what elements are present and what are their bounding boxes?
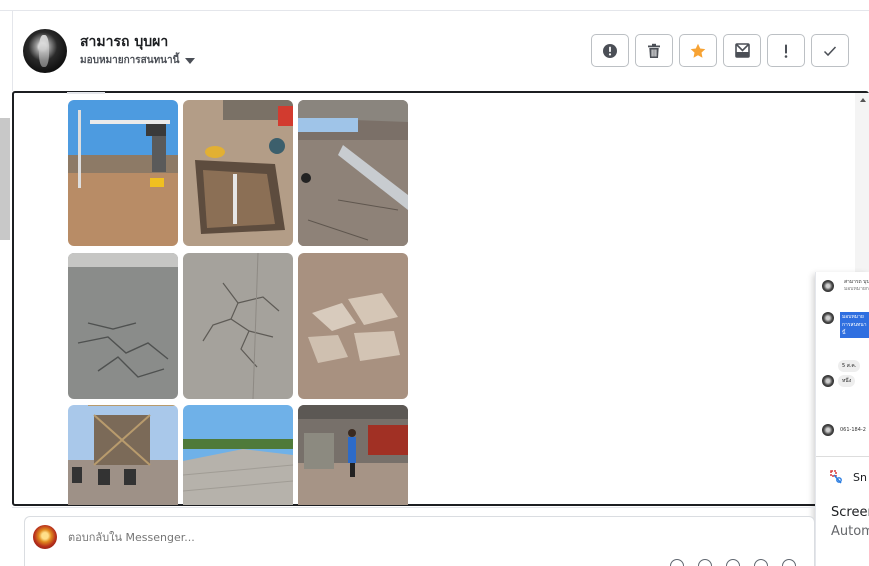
trash-icon: [648, 43, 660, 58]
snipping-tool-icon: [830, 470, 842, 484]
like-icon[interactable]: [670, 559, 684, 566]
assign-label: มอบหมายการสนทนานี้: [80, 55, 180, 66]
mini-avatar: [822, 280, 834, 292]
mini-selected-text: มอบหมายการสนทนานี้: [840, 312, 869, 338]
star-button[interactable]: [679, 34, 717, 67]
screenshot-preview[interactable]: สามารถ บุบผา มอบหมายการสนทนานี้ มอบหมายก…: [816, 272, 869, 457]
mini-bubble: หนึ่ง: [838, 375, 856, 387]
caret-down-icon: [185, 57, 196, 64]
photo-cracked-concrete-2[interactable]: [183, 253, 293, 399]
photo-image: [68, 100, 178, 246]
mini-avatar: [822, 424, 834, 436]
photo-image: [183, 100, 293, 246]
mark-spam-button[interactable]: [591, 34, 629, 67]
follow-up-button[interactable]: [767, 34, 805, 67]
mark-done-button[interactable]: [811, 34, 849, 67]
reply-input[interactable]: [68, 531, 568, 544]
photo-image: [68, 405, 178, 505]
alert-circle-icon: [603, 43, 617, 58]
photo-image: [298, 405, 408, 505]
exclamation-icon: [784, 44, 788, 58]
mini-sub: มอบหมายการสนทนานี้: [844, 286, 869, 292]
conversation-header: สามารถ บุบผา มอบหมายการสนทนานี้: [0, 11, 869, 91]
notification-title: Screer: [831, 505, 869, 520]
reply-composer: [24, 516, 815, 566]
photo-excavation-pit[interactable]: [183, 100, 293, 246]
gif-icon[interactable]: [782, 559, 796, 566]
mark-unread-icon: [734, 43, 750, 58]
scroll-up-arrow-icon[interactable]: [860, 98, 866, 102]
photo-grid-top-edge: [67, 92, 105, 94]
notification-body: Autom: [831, 524, 869, 539]
photo-image: [183, 253, 293, 399]
composer-tools: [670, 559, 796, 566]
photo-image: [298, 253, 408, 399]
mark-unread-button[interactable]: [723, 34, 761, 67]
photo-icon[interactable]: [726, 559, 740, 566]
delete-button[interactable]: [635, 34, 673, 67]
photo-image: [68, 253, 178, 399]
photo-image: [298, 100, 408, 246]
photo-broken-slab[interactable]: [298, 253, 408, 399]
mini-avatar: [822, 312, 834, 324]
mini-avatar: [822, 375, 834, 387]
contact-name[interactable]: สามารถ บุบผา: [80, 31, 168, 53]
photo-image: [183, 405, 293, 505]
emoji-icon[interactable]: [754, 559, 768, 566]
star-icon: [690, 43, 706, 58]
snip-label: Sn: [853, 470, 867, 484]
conversation-toolbar: [591, 34, 849, 67]
snip-row: Sn: [830, 470, 867, 484]
left-scrollbar-thumb[interactable]: [0, 118, 10, 240]
photo-warehouse-floor[interactable]: [298, 100, 408, 246]
contact-avatar[interactable]: [23, 29, 67, 73]
inbox-conversation-view: สามารถ บุบผา มอบหมายการสนทนานี้ สามารถ บ…: [0, 0, 869, 566]
photo-cracked-concrete-1[interactable]: [68, 253, 178, 399]
snipping-tool-notification[interactable]: สามารถ บุบผา มอบหมายการสนทนานี้ มอบหมายก…: [815, 272, 869, 566]
page-avatar: [33, 525, 57, 549]
mini-phone: 061-184-2: [840, 427, 866, 433]
check-icon: [823, 45, 837, 56]
assign-conversation-dropdown[interactable]: มอบหมายการสนทนานี้: [80, 53, 196, 68]
photo-construction-yard[interactable]: [68, 100, 178, 246]
attachment-icon[interactable]: [698, 559, 712, 566]
composer-divider: [12, 507, 815, 508]
mini-bubble: 5 ส.ค.: [838, 360, 861, 372]
